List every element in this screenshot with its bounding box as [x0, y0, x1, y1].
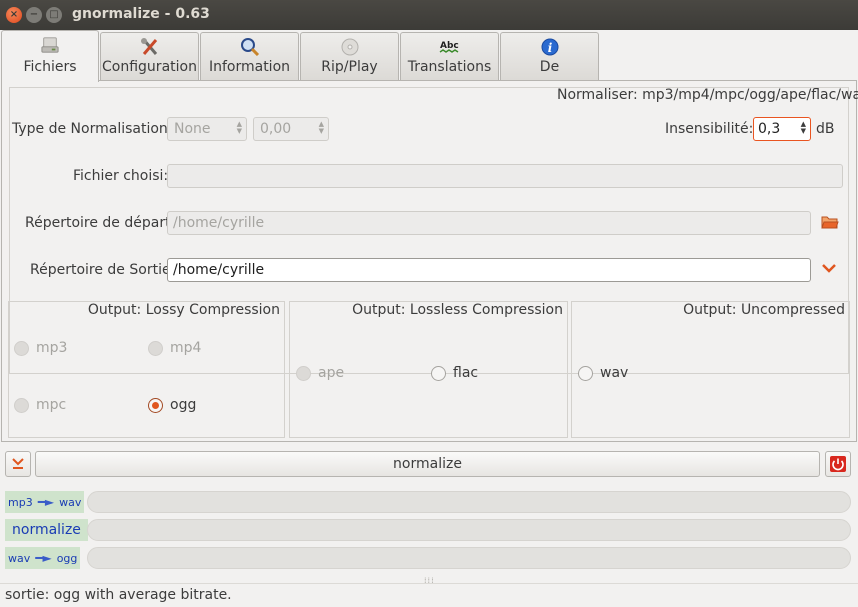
radio-mpc[interactable]: mpc	[14, 395, 66, 415]
statusbar-separator	[0, 583, 858, 584]
maximize-icon: □	[49, 9, 59, 20]
normalization-type-select[interactable]: None ▲ ▼	[167, 117, 247, 141]
progress-label-mp3-wav: mp3 ━► wav	[5, 491, 85, 513]
lossy-compression-group: Output: Lossy Compression	[8, 301, 285, 438]
tab-rip-play-label: Rip/Play	[321, 59, 378, 75]
progress-bar-normalize	[87, 519, 851, 541]
cd-icon	[341, 38, 358, 56]
radio-indicator	[578, 365, 593, 381]
output-dir-label: Répertoire de Sortie:	[30, 262, 176, 278]
spin-arrows-icon: ▲ ▼	[800, 120, 806, 135]
normaliser-formats-label: Normaliser: mp3/mp4/mpc/ogg/ape/flac/wav	[557, 87, 858, 103]
quit-button[interactable]	[825, 451, 851, 477]
output-dir-field[interactable]: /home/cyrille	[167, 258, 811, 282]
arrow-right-icon: ━►	[37, 495, 55, 509]
radio-ogg[interactable]: ogg	[148, 395, 196, 415]
spin-arrows-icon: ▲ ▼	[236, 120, 242, 135]
tab-about[interactable]: i De	[500, 32, 599, 80]
svg-text:i: i	[547, 41, 552, 55]
radio-ape[interactable]: ape	[296, 363, 344, 383]
tab-information-label: Information	[208, 59, 291, 75]
spellcheck-icon: Abc	[439, 41, 458, 53]
tab-translations-label: Translations	[407, 59, 492, 75]
tab-translations[interactable]: Abc Translations	[400, 32, 499, 80]
minimize-window-button[interactable]: −	[26, 7, 42, 23]
start-dir-label: Répertoire de départ:	[25, 215, 176, 231]
radio-indicator	[148, 340, 163, 356]
chevron-down-icon[interactable]	[821, 263, 837, 277]
radio-mp3[interactable]: mp3	[14, 338, 67, 358]
power-icon	[830, 456, 846, 472]
chosen-file-label: Fichier choisi:	[73, 168, 169, 184]
close-window-button[interactable]: ×	[6, 7, 22, 23]
normalization-level-value: 0,00	[260, 121, 292, 137]
radio-indicator	[14, 340, 29, 356]
minimize-icon: −	[29, 9, 39, 20]
tab-information[interactable]: Information	[200, 32, 299, 80]
tab-about-label: De	[539, 59, 560, 75]
insensibility-spinner[interactable]: 0,3 ▲ ▼	[753, 117, 811, 141]
open-folder-icon[interactable]	[821, 214, 839, 230]
progress-label-wav-ogg: wav ━► ogg	[5, 547, 81, 569]
insensibility-value: 0,3	[758, 121, 781, 137]
arrow-right-icon: ━►	[35, 551, 52, 565]
progress-bar-wav-ogg	[87, 547, 851, 569]
tab-fichiers-label: Fichiers	[23, 59, 77, 75]
radio-flac[interactable]: flac	[431, 363, 478, 383]
status-bar-text: sortie: ogg with average bitrate.	[5, 587, 232, 603]
collapse-down-icon	[12, 458, 24, 469]
info-icon: i	[541, 38, 558, 56]
lossy-group-title: Output: Lossy Compression	[87, 302, 280, 318]
normalization-type-value: None	[174, 121, 211, 137]
progress-bar-mp3-wav	[87, 491, 851, 513]
normalization-level-spinner[interactable]: 0,00 ▲ ▼	[253, 117, 329, 141]
drive-icon	[41, 37, 59, 53]
window-title: gnormalize - 0.63	[72, 6, 210, 22]
insensibility-label: Insensibilité:	[665, 121, 754, 137]
spin-arrows-icon: ▲ ▼	[318, 120, 324, 135]
insensibility-unit: dB	[816, 121, 835, 137]
radio-wav[interactable]: wav	[578, 363, 628, 383]
lossless-group-title: Output: Lossless Compression	[352, 302, 563, 318]
tab-fichiers[interactable]: Fichiers	[1, 30, 99, 82]
uncompressed-group-title: Output: Uncompressed	[683, 302, 845, 318]
radio-mp4[interactable]: mp4	[148, 338, 201, 358]
tab-configuration-label: Configuration	[102, 59, 197, 75]
chosen-file-field[interactable]	[167, 164, 843, 188]
title-bar: × − □ gnormalize - 0.63	[0, 0, 858, 30]
normalization-type-label: Type de Normalisation:	[12, 121, 173, 137]
tools-icon	[140, 38, 157, 55]
tab-rip-play[interactable]: Rip/Play	[300, 32, 399, 80]
normalize-button[interactable]: normalize	[35, 451, 820, 477]
radio-indicator	[431, 365, 446, 381]
collapse-button[interactable]	[5, 451, 31, 477]
tab-configuration[interactable]: Configuration	[100, 32, 199, 80]
progress-label-normalize: normalize	[5, 519, 88, 541]
radio-indicator	[296, 365, 311, 381]
magnifier-icon	[240, 38, 259, 56]
maximize-window-button[interactable]: □	[46, 7, 62, 23]
radio-indicator	[148, 397, 163, 413]
close-icon: ×	[9, 9, 19, 20]
start-dir-field[interactable]: /home/cyrille	[167, 211, 811, 235]
radio-indicator	[14, 397, 29, 413]
